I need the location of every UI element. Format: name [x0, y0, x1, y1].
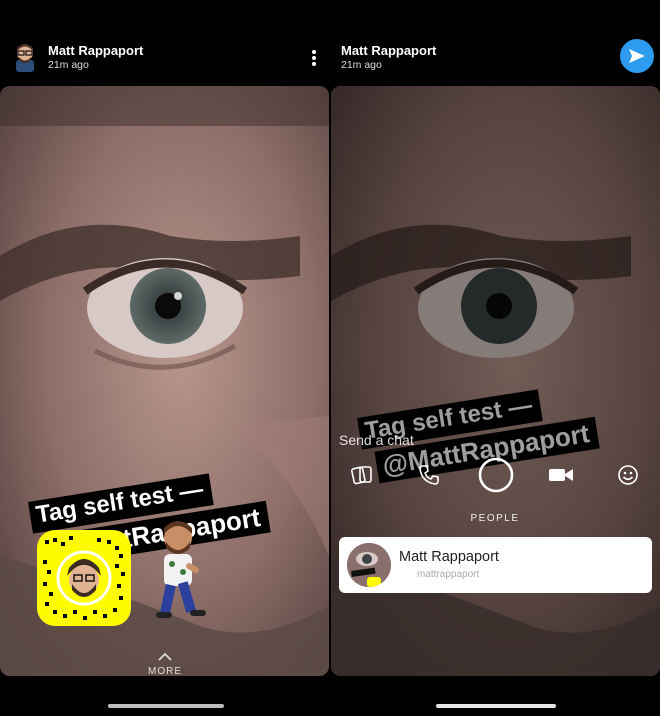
send-header: Matt Rappaport 21m ago	[330, 38, 660, 78]
more-options-icon[interactable]	[308, 48, 320, 68]
chevron-up-icon	[158, 652, 172, 661]
capture-button[interactable]	[476, 452, 516, 498]
send-view-pane: Matt Rappaport 21m ago Tag self test — @…	[330, 0, 660, 716]
more-button[interactable]: MORE	[140, 648, 190, 677]
call-button[interactable]	[414, 452, 444, 498]
chat-actions	[330, 452, 660, 502]
circle-shutter-icon	[478, 457, 514, 493]
bitmoji-avatar[interactable]	[12, 42, 38, 72]
story-view-pane: Matt Rappaport 21m ago Tag self test — @…	[0, 0, 330, 716]
video-camera-icon	[549, 469, 573, 481]
story-header: Matt Rappaport 21m ago	[0, 38, 330, 78]
send-arrow-icon	[629, 49, 645, 63]
contact-name: Matt Rappaport	[399, 549, 499, 565]
snap-timestamp: 21m ago	[341, 59, 382, 71]
send-button[interactable]	[620, 39, 654, 73]
smiley-icon	[618, 465, 638, 485]
video-call-button[interactable]	[546, 452, 576, 498]
snap-timestamp: 21m ago	[48, 59, 89, 71]
phone-icon	[419, 465, 439, 485]
sender-name[interactable]: Matt Rappaport	[48, 43, 143, 58]
home-indicator	[436, 704, 556, 708]
contact-photo	[347, 543, 391, 587]
snapcode-icon	[43, 536, 125, 620]
memories-button[interactable]	[348, 452, 378, 498]
snapcode-sticker[interactable]	[37, 530, 131, 626]
cards-icon	[351, 466, 372, 485]
emoji-button[interactable]	[613, 452, 643, 498]
people-section-label: PEOPLE	[470, 513, 520, 524]
more-label: MORE	[148, 666, 182, 677]
home-indicator	[108, 704, 224, 708]
bitmoji-sticker[interactable]	[150, 518, 220, 628]
send-a-chat-input[interactable]: Send a chat	[339, 432, 414, 448]
contact-username: mattrappaport	[417, 569, 480, 580]
people-result-item[interactable]: Matt Rappaport mattrappaport	[339, 537, 652, 593]
contact-avatar	[347, 543, 391, 587]
recipient-name[interactable]: Matt Rappaport	[341, 43, 436, 58]
